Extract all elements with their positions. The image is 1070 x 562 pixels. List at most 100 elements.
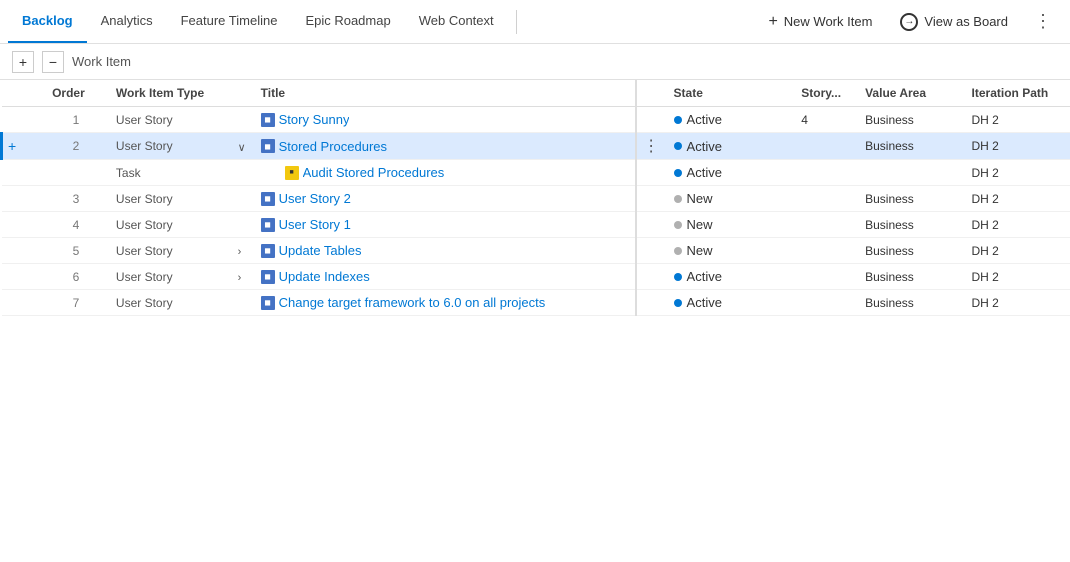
new-work-item-button[interactable]: + New Work Item (756, 8, 884, 36)
nav-tabs: BacklogAnalyticsFeature TimelineEpic Roa… (8, 0, 508, 43)
row-order: 4 (44, 212, 108, 238)
row-value-area: Business (857, 290, 963, 316)
more-options-button[interactable]: ⋮ (1024, 5, 1062, 38)
collapse-icon[interactable]: ∨ (238, 142, 246, 154)
table-row[interactable]: +2User Story∨◼Stored Procedures⋮ActiveBu… (2, 133, 1070, 160)
row-value-area: Business (857, 107, 963, 133)
top-nav: BacklogAnalyticsFeature TimelineEpic Roa… (0, 0, 1070, 44)
table-row[interactable]: Task■Audit Stored ProceduresActiveDH 2 (2, 160, 1070, 186)
row-expand-cell (236, 186, 253, 212)
row-state: New (666, 212, 794, 238)
row-iteration-path: DH 2 (964, 212, 1070, 238)
row-title-text[interactable]: Update Tables (279, 243, 362, 258)
row-action-cell (2, 160, 45, 186)
work-item-label: Work Item (72, 54, 131, 69)
table-row[interactable]: 6User Story›◼Update IndexesActiveBusines… (2, 264, 1070, 290)
row-story-points (793, 186, 857, 212)
row-work-item-type: Task (108, 160, 236, 186)
row-more-actions-cell (636, 212, 666, 238)
row-story-points (793, 290, 857, 316)
expand-icon[interactable]: › (238, 246, 242, 258)
table-header: Order Work Item Type Title State Story..… (2, 80, 1070, 107)
view-as-board-label: View as Board (924, 14, 1008, 29)
row-order: 1 (44, 107, 108, 133)
col-state[interactable]: State (666, 80, 794, 107)
row-value-area: Business (857, 186, 963, 212)
col-value-area[interactable]: Value Area (857, 80, 963, 107)
table-row[interactable]: 1User Story◼Story SunnyActive4BusinessDH… (2, 107, 1070, 133)
row-title-text[interactable]: Update Indexes (279, 269, 370, 284)
col-iteration-path[interactable]: Iteration Path (964, 80, 1070, 107)
nav-tab-analytics[interactable]: Analytics (87, 0, 167, 43)
state-dot (674, 142, 682, 150)
row-order: 5 (44, 238, 108, 264)
table-row[interactable]: 5User Story›◼Update TablesNewBusinessDH … (2, 238, 1070, 264)
nav-tab-feature-timeline[interactable]: Feature Timeline (167, 0, 292, 43)
table-row[interactable]: 3User Story◼User Story 2NewBusinessDH 2 (2, 186, 1070, 212)
view-as-board-button[interactable]: → View as Board (888, 8, 1020, 36)
state-dot (674, 169, 682, 177)
row-iteration-path: DH 2 (964, 186, 1070, 212)
expand-icon[interactable]: › (238, 272, 242, 284)
row-work-item-type: User Story (108, 212, 236, 238)
row-action-cell (2, 107, 45, 133)
row-state: Active (666, 107, 794, 133)
row-iteration-path: DH 2 (964, 160, 1070, 186)
row-state: New (666, 238, 794, 264)
row-order (44, 160, 108, 186)
nav-tab-epic-roadmap[interactable]: Epic Roadmap (291, 0, 404, 43)
state-dot (674, 221, 682, 229)
row-title-cell: ◼ User Story 1 (253, 212, 636, 238)
state-dot (674, 299, 682, 307)
row-title-cell: ■Audit Stored Procedures (253, 160, 636, 186)
col-expand (236, 80, 253, 107)
row-state: Active (666, 264, 794, 290)
row-state: Active (666, 133, 794, 160)
row-story-points: 4 (793, 107, 857, 133)
row-title-text[interactable]: Audit Stored Procedures (303, 165, 445, 180)
row-title-text[interactable]: User Story 2 (279, 191, 351, 206)
user-story-icon: ◼ (261, 270, 275, 284)
row-title-text[interactable]: Stored Procedures (279, 139, 387, 154)
row-order: 2 (44, 133, 108, 160)
state-dot (674, 273, 682, 281)
table-row[interactable]: 7User Story◼Change target framework to 6… (2, 290, 1070, 316)
row-work-item-type: User Story (108, 290, 236, 316)
row-title-text[interactable]: User Story 1 (279, 217, 351, 232)
row-value-area: Business (857, 264, 963, 290)
row-value-area: Business (857, 133, 963, 160)
row-more-actions-cell (636, 238, 666, 264)
row-title-text[interactable]: Story Sunny (279, 112, 350, 127)
row-iteration-path: DH 2 (964, 290, 1070, 316)
row-title-cell: ◼User Story 2 (253, 186, 636, 212)
state-label: Active (687, 139, 722, 154)
row-action-cell (2, 290, 45, 316)
nav-tab-backlog[interactable]: Backlog (8, 0, 87, 43)
col-order[interactable]: Order (44, 80, 108, 107)
add-item-button[interactable]: + (12, 51, 34, 73)
row-more-actions-cell (636, 160, 666, 186)
row-story-points (793, 238, 857, 264)
col-title[interactable]: Title (253, 80, 636, 107)
row-title-cell: ◼Update Tables (253, 238, 636, 264)
user-story-icon: ◼ (261, 218, 275, 232)
row-story-points (793, 133, 857, 160)
row-action-cell: + (2, 133, 45, 160)
row-story-points (793, 264, 857, 290)
state-label: New (687, 191, 713, 206)
row-expand-cell (236, 107, 253, 133)
col-story-points[interactable]: Story... (793, 80, 857, 107)
nav-tab-web-context[interactable]: Web Context (405, 0, 508, 43)
add-child-icon[interactable]: + (8, 138, 16, 154)
row-action-cell (2, 264, 45, 290)
col-work-item-type[interactable]: Work Item Type (108, 80, 236, 107)
state-dot (674, 247, 682, 255)
row-more-actions-cell (636, 290, 666, 316)
table-row[interactable]: 4User Story◼User Story 1NewBusinessDH 2 (2, 212, 1070, 238)
remove-item-button[interactable]: − (42, 51, 64, 73)
circle-arrow-icon: → (900, 13, 918, 31)
row-title-text[interactable]: Change target framework to 6.0 on all pr… (279, 295, 546, 310)
row-expand-cell: ∨ (236, 133, 253, 160)
col-actions-header (636, 80, 666, 107)
row-context-menu-button[interactable]: ⋮ (639, 135, 664, 157)
